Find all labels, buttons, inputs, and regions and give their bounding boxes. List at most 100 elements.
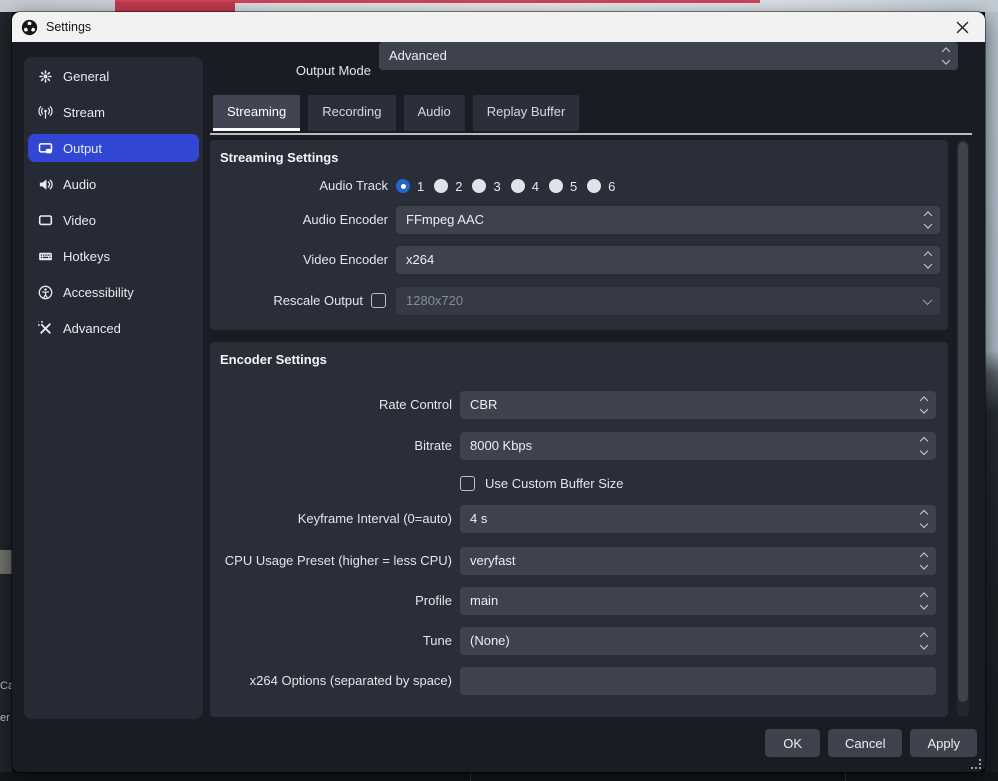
keyboard-icon — [38, 249, 53, 264]
tune-row: Tune (None) — [210, 627, 948, 655]
sidebar-item-label: Stream — [63, 105, 105, 120]
content-scrollbar[interactable] — [957, 140, 969, 717]
audio-encoder-label: Audio Encoder — [210, 206, 388, 234]
sidebar-item-output[interactable]: Output — [28, 134, 199, 162]
encoder-settings-section: Encoder Settings Rate Control CBR Bitrat… — [210, 342, 948, 717]
tune-label: Tune — [210, 627, 452, 655]
settings-sidebar: General Stream Output Audio Video — [24, 57, 203, 719]
ok-button[interactable]: OK — [765, 729, 820, 757]
chevron-updown-icon — [925, 253, 931, 268]
spin-down-icon[interactable] — [921, 521, 927, 527]
rescale-output-row: Rescale Output 1280x720 — [210, 287, 948, 315]
output-mode-select[interactable]: Advanced — [379, 42, 958, 70]
sidebar-item-label: Audio — [63, 177, 96, 192]
chevron-updown-icon — [943, 49, 949, 64]
tune-select[interactable]: (None) — [460, 627, 936, 655]
chevron-updown-icon — [921, 554, 927, 569]
chevron-updown-icon — [921, 398, 927, 413]
background-patch — [0, 550, 12, 574]
rate-control-row: Rate Control CBR — [210, 391, 948, 419]
keyframe-interval-spinner[interactable]: 4 s — [460, 505, 936, 533]
sidebar-item-hotkeys[interactable]: Hotkeys — [28, 242, 199, 270]
dialog-footer: OK Cancel Apply — [765, 729, 977, 757]
speaker-icon — [38, 177, 53, 192]
title-bar[interactable]: Settings — [12, 12, 985, 42]
tab-streaming[interactable]: Streaming — [213, 95, 300, 131]
audio-encoder-select[interactable]: FFmpeg AAC — [396, 206, 940, 234]
custom-buffer-label: Use Custom Buffer Size — [485, 476, 623, 492]
broadcast-icon — [38, 105, 53, 120]
audio-track-radio-4[interactable] — [511, 179, 525, 193]
audio-track-radio-3[interactable] — [472, 179, 486, 193]
output-mode-label: Output Mode — [240, 57, 371, 85]
sidebar-item-advanced[interactable]: Advanced — [28, 314, 199, 342]
cpu-preset-label: CPU Usage Preset (higher = less CPU) — [210, 547, 452, 575]
cpu-preset-select[interactable]: veryfast — [460, 547, 936, 575]
bitrate-label: Bitrate — [210, 432, 452, 460]
keyframe-interval-label: Keyframe Interval (0=auto) — [210, 505, 452, 533]
video-encoder-row: Video Encoder x264 — [210, 246, 948, 274]
rescale-output-checkbox[interactable] — [371, 293, 386, 308]
sidebar-item-video[interactable]: Video — [28, 206, 199, 234]
tools-icon — [38, 321, 53, 336]
close-icon — [956, 21, 969, 34]
tab-audio[interactable]: Audio — [404, 95, 465, 131]
audio-track-radio-5[interactable] — [549, 179, 563, 193]
chevron-updown-icon — [921, 594, 927, 609]
scrollbar-thumb[interactable] — [958, 142, 968, 702]
bitrate-spinner[interactable]: 8000 Kbps — [460, 432, 936, 460]
tab-replay-buffer[interactable]: Replay Buffer — [473, 95, 580, 131]
resize-grip[interactable] — [971, 759, 981, 769]
x264-options-input[interactable] — [460, 667, 936, 695]
background-text-fragment: Ca — [0, 680, 12, 692]
profile-select[interactable]: main — [460, 587, 936, 615]
section-title: Streaming Settings — [220, 150, 338, 165]
rescale-output-select[interactable]: 1280x720 — [396, 287, 940, 315]
background-text-fragment: er — [0, 712, 12, 724]
sidebar-item-label: Output — [63, 141, 102, 156]
sidebar-item-stream[interactable]: Stream — [28, 98, 199, 126]
bitrate-row: Bitrate 8000 Kbps — [210, 432, 948, 460]
rate-control-select[interactable]: CBR — [460, 391, 936, 419]
sidebar-item-general[interactable]: General — [28, 62, 199, 90]
chevron-updown-icon — [925, 213, 931, 228]
audio-track-radio-6[interactable] — [587, 179, 601, 193]
tab-separator — [210, 133, 972, 135]
monitor-icon — [38, 213, 53, 228]
sidebar-item-audio[interactable]: Audio — [28, 170, 199, 198]
chevron-updown-icon — [921, 634, 927, 649]
sidebar-item-label: Hotkeys — [63, 249, 110, 264]
streaming-settings-section: Streaming Settings Audio Track 1 2 3 4 5… — [210, 140, 948, 330]
obs-logo-icon — [21, 19, 38, 36]
spin-down-icon[interactable] — [921, 448, 927, 454]
custom-buffer-row: Use Custom Buffer Size — [210, 476, 948, 492]
audio-track-label: Audio Track — [210, 178, 388, 194]
screen: Ca er Settings General — [0, 0, 998, 781]
spin-up-icon[interactable] — [921, 438, 927, 444]
custom-buffer-checkbox[interactable] — [460, 476, 475, 491]
apply-button[interactable]: Apply — [910, 729, 977, 757]
sidebar-item-label: Advanced — [63, 321, 121, 336]
accessibility-icon — [38, 285, 53, 300]
desktop-bottom-strip — [0, 772, 998, 781]
tab-recording[interactable]: Recording — [308, 95, 395, 131]
chevron-down-icon — [924, 297, 931, 304]
audio-track-radio-group: 1 2 3 4 5 6 — [396, 178, 615, 194]
rate-control-label: Rate Control — [210, 391, 452, 419]
video-encoder-select[interactable]: x264 — [396, 246, 940, 274]
output-icon — [38, 141, 53, 156]
sidebar-item-label: Accessibility — [63, 285, 134, 300]
audio-track-radio-2[interactable] — [434, 179, 448, 193]
window-title: Settings — [46, 20, 91, 34]
sidebar-item-accessibility[interactable]: Accessibility — [28, 278, 199, 306]
settings-dialog: Settings General Stream Output — [12, 12, 985, 772]
desktop-right-strip — [985, 12, 998, 781]
spin-up-icon[interactable] — [921, 511, 927, 517]
close-button[interactable] — [943, 12, 981, 42]
rescale-output-label: Rescale Output — [210, 287, 363, 315]
audio-track-radio-1[interactable] — [396, 179, 410, 193]
cancel-button[interactable]: Cancel — [828, 729, 902, 757]
output-tabs: Streaming Recording Audio Replay Buffer — [213, 95, 579, 131]
cpu-preset-row: CPU Usage Preset (higher = less CPU) ver… — [210, 547, 948, 575]
sidebar-item-label: Video — [63, 213, 96, 228]
